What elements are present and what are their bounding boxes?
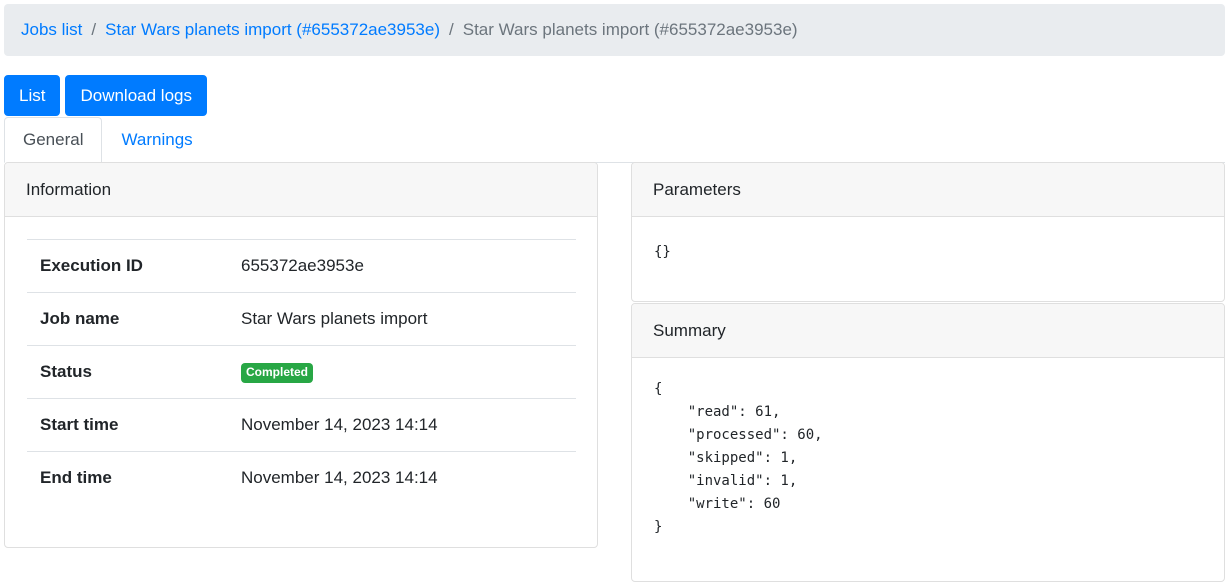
row-value-end-time: November 14, 2023 14:14 — [228, 451, 576, 505]
row-label-execution-id: Execution ID — [27, 239, 228, 293]
breadcrumb-jobs-list-link[interactable]: Jobs list — [21, 20, 82, 40]
list-button[interactable]: List — [4, 75, 61, 116]
row-label-job-name: Job name — [27, 292, 228, 346]
summary-card-body: { "read": 61, "processed": 60, "skipped"… — [632, 358, 1224, 559]
tab-warnings[interactable]: Warnings — [102, 117, 211, 162]
parameters-card: Parameters {} — [631, 162, 1225, 302]
information-card: Information Execution ID 655372ae3953e J… — [4, 162, 598, 548]
parameters-card-title: Parameters — [632, 163, 1224, 217]
breadcrumb-current: Star Wars planets import (#655372ae3953e… — [462, 20, 798, 39]
table-row: Start time November 14, 2023 14:14 — [27, 398, 576, 452]
information-table: Execution ID 655372ae3953e Job name Star… — [27, 239, 576, 505]
table-row: End time November 14, 2023 14:14 — [27, 451, 576, 505]
parameters-card-body: {} — [632, 217, 1224, 288]
breadcrumb: Jobs list / Star Wars planets import (#6… — [4, 4, 1225, 56]
summary-card-title: Summary — [632, 304, 1224, 358]
row-value-job-name: Star Wars planets import — [228, 292, 576, 346]
row-label-start-time: Start time — [27, 398, 228, 452]
row-value-execution-id: 655372ae3953e — [228, 239, 576, 293]
breadcrumb-separator: / — [91, 20, 97, 39]
summary-json: { "read": 61, "processed": 60, "skipped"… — [654, 381, 823, 535]
tab-general[interactable]: General — [4, 117, 103, 163]
row-value-start-time: November 14, 2023 14:14 — [228, 398, 576, 452]
action-buttons: List Download logs — [4, 75, 207, 116]
tab-bar: General Warnings — [4, 117, 1225, 163]
row-value-status: Completed — [228, 345, 576, 399]
breadcrumb-separator: / — [449, 20, 454, 39]
table-row: Job name Star Wars planets import — [27, 292, 576, 346]
table-row: Execution ID 655372ae3953e — [27, 239, 576, 293]
information-card-title: Information — [5, 163, 597, 217]
information-card-body: Execution ID 655372ae3953e Job name Star… — [5, 217, 597, 527]
download-logs-button[interactable]: Download logs — [65, 75, 207, 116]
parameters-json: {} — [654, 244, 671, 260]
row-label-status: Status — [27, 345, 228, 399]
row-label-end-time: End time — [27, 451, 228, 505]
breadcrumb-job-link[interactable]: Star Wars planets import (#655372ae3953e… — [105, 20, 440, 40]
table-row: Status Completed — [27, 345, 576, 399]
status-badge: Completed — [241, 363, 314, 383]
summary-card: Summary { "read": 61, "processed": 60, "… — [631, 303, 1225, 582]
